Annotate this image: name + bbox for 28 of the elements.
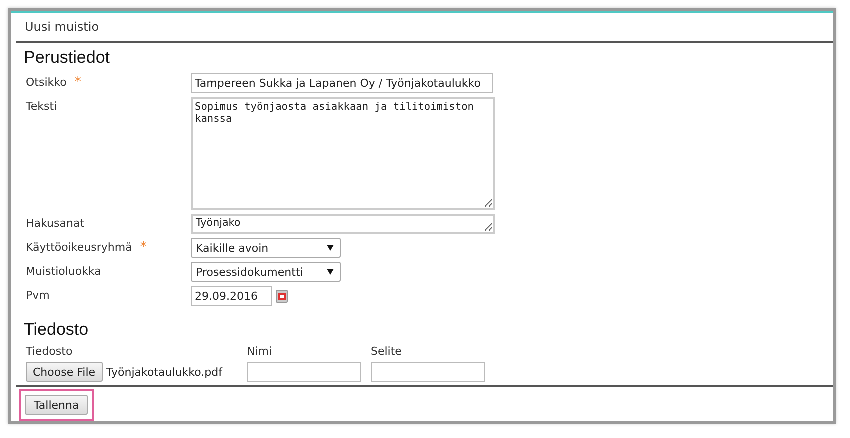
- save-button[interactable]: Tallenna: [25, 395, 88, 415]
- file-name: Työnjakotaulukko.pdf: [106, 366, 223, 378]
- dropdown[interactable]: Kaikille avoin: [191, 238, 341, 258]
- field-label: Tiedosto: [26, 345, 74, 358]
- name-input[interactable]: [247, 362, 361, 382]
- field-label: Muistioluokka: [26, 265, 102, 278]
- date-input[interactable]: 29.09.2016: [191, 286, 272, 306]
- required-mark: *: [74, 76, 82, 89]
- section-heading: Tiedosto: [24, 320, 90, 340]
- field-label: Käyttöoikeusryhmä: [26, 241, 132, 254]
- field-label: Selite: [371, 345, 403, 358]
- window-title: Uusi muistio: [25, 20, 100, 34]
- calendar-icon[interactable]: [276, 290, 288, 302]
- field-label: Teksti: [26, 100, 58, 113]
- section-heading: Perustiedot: [24, 48, 111, 68]
- dropdown[interactable]: Prosessidokumentti: [191, 262, 341, 282]
- description-input[interactable]: [371, 362, 485, 382]
- keywords-field[interactable]: Työnjako: [191, 214, 495, 234]
- title-input[interactable]: Tampereen Sukka ja Lapanen Oy / Työnjakotaulukko: [191, 73, 493, 93]
- caret-icon: [327, 269, 334, 275]
- field-label: Pvm: [26, 289, 50, 302]
- field-label: Hakusanat: [26, 217, 85, 230]
- field-label: Nimi: [247, 345, 274, 358]
- text-area[interactable]: Sopimus työnjaosta asiakkaan ja tilitoimiston kanssa: [191, 97, 495, 210]
- required-mark: *: [140, 241, 147, 254]
- field-label: Otsikko: [26, 76, 67, 89]
- caret-icon: [327, 245, 334, 251]
- choose-file-button[interactable]: Choose File: [26, 362, 103, 382]
